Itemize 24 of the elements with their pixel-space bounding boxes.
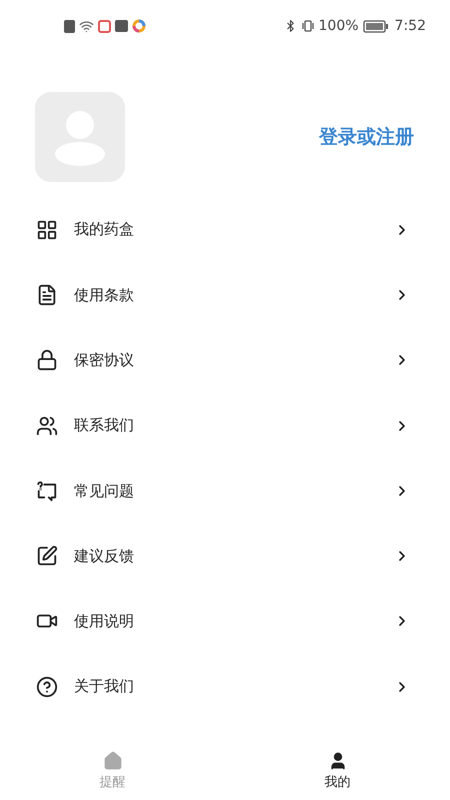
menu-item[interactable]: 关于我们 <box>0 654 450 720</box>
menu-item[interactable]: 我的药盒 <box>0 197 450 262</box>
menu-item[interactable]: 常见问题 <box>0 458 450 524</box>
lock-icon <box>36 349 58 372</box>
home-icon <box>102 750 122 770</box>
grid-icon <box>36 218 58 241</box>
vibrate-icon <box>300 19 315 33</box>
menu-item[interactable]: 建议反馈 <box>0 523 450 589</box>
login-link[interactable]: 登录或注册 <box>319 122 414 152</box>
battery-percent: 100% <box>318 16 359 36</box>
nav-tab[interactable]: 我的 <box>225 750 450 792</box>
question-bubble-icon <box>36 480 58 502</box>
clock: 7:52 <box>394 16 426 36</box>
menu-item[interactable]: 使用说明 <box>0 588 450 654</box>
menu-item[interactable]: 使用条款 <box>0 262 450 328</box>
wifi-icon <box>79 18 94 34</box>
edit-icon <box>36 545 58 568</box>
app-icon <box>98 20 111 32</box>
document-icon <box>36 284 58 306</box>
menu-item[interactable]: 保密协议 <box>0 328 450 393</box>
menu-item[interactable]: 联系我们 <box>0 392 450 458</box>
battery-icon <box>362 20 389 32</box>
users-icon <box>36 414 58 437</box>
help-icon <box>36 676 58 698</box>
